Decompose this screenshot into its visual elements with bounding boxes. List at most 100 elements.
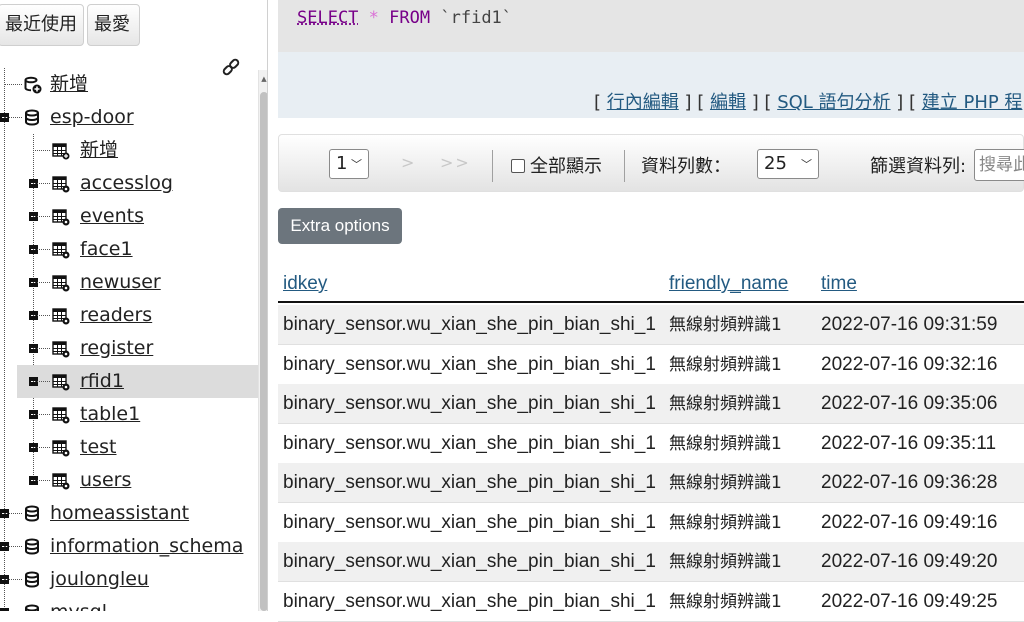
tree-item-label[interactable]: 新增 bbox=[50, 71, 88, 97]
tree-item-label[interactable]: newuser bbox=[80, 269, 161, 295]
scrollbar-thumb[interactable] bbox=[260, 92, 267, 611]
new-database-icon[interactable] bbox=[24, 76, 42, 94]
tree-item-label[interactable]: 新增 bbox=[80, 137, 118, 163]
last-page-button[interactable]: >> bbox=[440, 153, 471, 172]
table-row[interactable]: binary_sensor.wu_xian_she_pin_bian_shi_1… bbox=[278, 384, 1024, 424]
sql-query-text[interactable]: SELECT * FROM `rfid1` bbox=[297, 8, 512, 28]
tree-item-label[interactable]: table1 bbox=[80, 401, 140, 427]
cell-friendly-name[interactable]: 無線射頻辨識1 bbox=[669, 312, 782, 338]
tree-item-newuser[interactable]: newuser bbox=[0, 266, 258, 299]
inline-edit-link[interactable]: 行內編輯 bbox=[607, 92, 679, 113]
tree-item-label[interactable]: accesslog bbox=[80, 170, 173, 196]
tree-item-mysql[interactable]: mysql bbox=[0, 596, 258, 611]
cell-time[interactable]: 2022-07-16 09:32:16 bbox=[821, 352, 997, 378]
table-row[interactable]: binary_sensor.wu_xian_she_pin_bian_shi_1… bbox=[278, 305, 1024, 345]
tree-item-label[interactable]: users bbox=[80, 467, 131, 493]
cell-time[interactable]: 2022-07-16 09:49:16 bbox=[821, 510, 997, 536]
tree-item-new[interactable]: 新增 bbox=[0, 68, 258, 101]
database-icon[interactable] bbox=[24, 505, 42, 523]
cell-idkey[interactable]: binary_sensor.wu_xian_she_pin_bian_shi_1 bbox=[283, 352, 656, 378]
table-icon[interactable] bbox=[52, 175, 70, 193]
tree-item-label[interactable]: events bbox=[80, 203, 144, 229]
show-all-checkbox[interactable]: 全部顯示 bbox=[511, 152, 602, 178]
table-icon[interactable] bbox=[52, 307, 70, 325]
table-icon[interactable] bbox=[52, 274, 70, 292]
column-header-time[interactable]: time bbox=[821, 271, 857, 297]
tree-item-label[interactable]: mysql bbox=[50, 599, 107, 611]
tree-item-label[interactable]: esp-door bbox=[50, 104, 134, 130]
tree-item-accesslog[interactable]: accesslog bbox=[0, 167, 258, 200]
create-php-link[interactable]: 建立 PHP 程 bbox=[922, 92, 1023, 113]
tree-item-rfid1[interactable]: rfid1 bbox=[17, 365, 258, 398]
cell-friendly-name[interactable]: 無線射頻辨識1 bbox=[669, 510, 782, 536]
tree-item-label[interactable]: face1 bbox=[80, 236, 133, 262]
cell-friendly-name[interactable]: 無線射頻辨識1 bbox=[669, 431, 782, 457]
table-row[interactable]: binary_sensor.wu_xian_she_pin_bian_shi_1… bbox=[278, 344, 1024, 385]
cell-idkey[interactable]: binary_sensor.wu_xian_she_pin_bian_shi_1 bbox=[283, 312, 656, 338]
tree-item-label[interactable]: rfid1 bbox=[80, 368, 124, 394]
tree-item-table1[interactable]: table1 bbox=[0, 398, 258, 431]
table-row[interactable]: binary_sensor.wu_xian_she_pin_bian_shi_1… bbox=[278, 542, 1024, 582]
tree-item-esp-door[interactable]: esp-door bbox=[0, 101, 258, 134]
table-row[interactable]: binary_sensor.wu_xian_she_pin_bian_shi_1… bbox=[278, 581, 1024, 622]
cell-idkey[interactable]: binary_sensor.wu_xian_she_pin_bian_shi_1 bbox=[283, 470, 656, 496]
cell-idkey[interactable]: binary_sensor.wu_xian_she_pin_bian_shi_1 bbox=[283, 510, 656, 536]
tree-item-events[interactable]: events bbox=[0, 200, 258, 233]
tree-item-users[interactable]: users bbox=[0, 464, 258, 497]
sql-analyze-link[interactable]: SQL 語句分析 bbox=[777, 92, 890, 113]
tree-item-face1[interactable]: face1 bbox=[0, 233, 258, 266]
tree-item-information_schema[interactable]: information_schema bbox=[0, 530, 258, 563]
cell-time[interactable]: 2022-07-16 09:35:06 bbox=[821, 391, 997, 417]
nav-scrollbar[interactable]: ▲ bbox=[258, 70, 267, 611]
favorites-button[interactable]: 最愛 bbox=[87, 4, 140, 46]
cell-time[interactable]: 2022-07-16 09:35:11 bbox=[821, 431, 996, 457]
rows-per-page-select[interactable]: 25 ﹀ bbox=[757, 149, 819, 179]
tree-item-label[interactable]: register bbox=[80, 335, 153, 361]
database-icon[interactable] bbox=[24, 109, 42, 127]
tree-item-label[interactable]: test bbox=[80, 434, 117, 460]
cell-idkey[interactable]: binary_sensor.wu_xian_she_pin_bian_shi_1 bbox=[283, 391, 656, 417]
new-table-icon[interactable] bbox=[52, 142, 70, 160]
database-icon[interactable] bbox=[24, 538, 42, 556]
tree-item-homeassistant[interactable]: homeassistant bbox=[0, 497, 258, 530]
tree-item-label[interactable]: readers bbox=[80, 302, 152, 328]
tree-item-new[interactable]: 新增 bbox=[0, 134, 258, 167]
table-row[interactable]: binary_sensor.wu_xian_she_pin_bian_shi_1… bbox=[278, 423, 1024, 464]
table-row[interactable]: binary_sensor.wu_xian_she_pin_bian_shi_1… bbox=[278, 502, 1024, 543]
table-icon[interactable] bbox=[52, 439, 70, 457]
next-page-button[interactable]: > bbox=[401, 153, 414, 172]
table-icon[interactable] bbox=[52, 472, 70, 490]
column-header-friendly-name[interactable]: friendly_name bbox=[669, 271, 788, 297]
cell-friendly-name[interactable]: 無線射頻辨識1 bbox=[669, 549, 782, 575]
edit-link[interactable]: 編輯 bbox=[710, 92, 746, 113]
cell-idkey[interactable]: binary_sensor.wu_xian_she_pin_bian_shi_1 bbox=[283, 431, 656, 457]
cell-time[interactable]: 2022-07-16 09:36:28 bbox=[821, 470, 997, 496]
tree-item-label[interactable]: joulongleu bbox=[50, 566, 149, 592]
cell-idkey[interactable]: binary_sensor.wu_xian_she_pin_bian_shi_1 bbox=[283, 549, 656, 575]
table-icon[interactable] bbox=[52, 208, 70, 226]
filter-rows-input[interactable]: 搜尋此 bbox=[974, 149, 1024, 181]
table-icon[interactable] bbox=[52, 241, 70, 259]
column-header-idkey[interactable]: idkey bbox=[283, 271, 327, 297]
table-icon[interactable] bbox=[52, 373, 70, 391]
cell-friendly-name[interactable]: 無線射頻辨識1 bbox=[669, 391, 782, 417]
scroll-up-arrow-icon[interactable]: ▲ bbox=[260, 74, 267, 84]
cell-time[interactable]: 2022-07-16 09:31:59 bbox=[821, 312, 997, 338]
checkbox-icon[interactable] bbox=[511, 159, 525, 173]
page-select[interactable]: 1 ﹀ bbox=[329, 149, 369, 179]
cell-friendly-name[interactable]: 無線射頻辨識1 bbox=[669, 470, 782, 496]
extra-options-button[interactable]: Extra options bbox=[278, 208, 402, 244]
recent-button[interactable]: 最近使用 bbox=[0, 4, 84, 46]
database-icon[interactable] bbox=[24, 604, 42, 611]
cell-time[interactable]: 2022-07-16 09:49:20 bbox=[821, 549, 997, 575]
tree-item-register[interactable]: register bbox=[0, 332, 258, 365]
cell-friendly-name[interactable]: 無線射頻辨識1 bbox=[669, 352, 782, 378]
tree-item-label[interactable]: homeassistant bbox=[50, 500, 189, 526]
tree-item-test[interactable]: test bbox=[0, 431, 258, 464]
tree-item-readers[interactable]: readers bbox=[0, 299, 258, 332]
tree-item-joulongleu[interactable]: joulongleu bbox=[0, 563, 258, 596]
table-icon[interactable] bbox=[52, 340, 70, 358]
table-icon[interactable] bbox=[52, 406, 70, 424]
tree-item-label[interactable]: information_schema bbox=[50, 533, 243, 559]
database-icon[interactable] bbox=[24, 571, 42, 589]
